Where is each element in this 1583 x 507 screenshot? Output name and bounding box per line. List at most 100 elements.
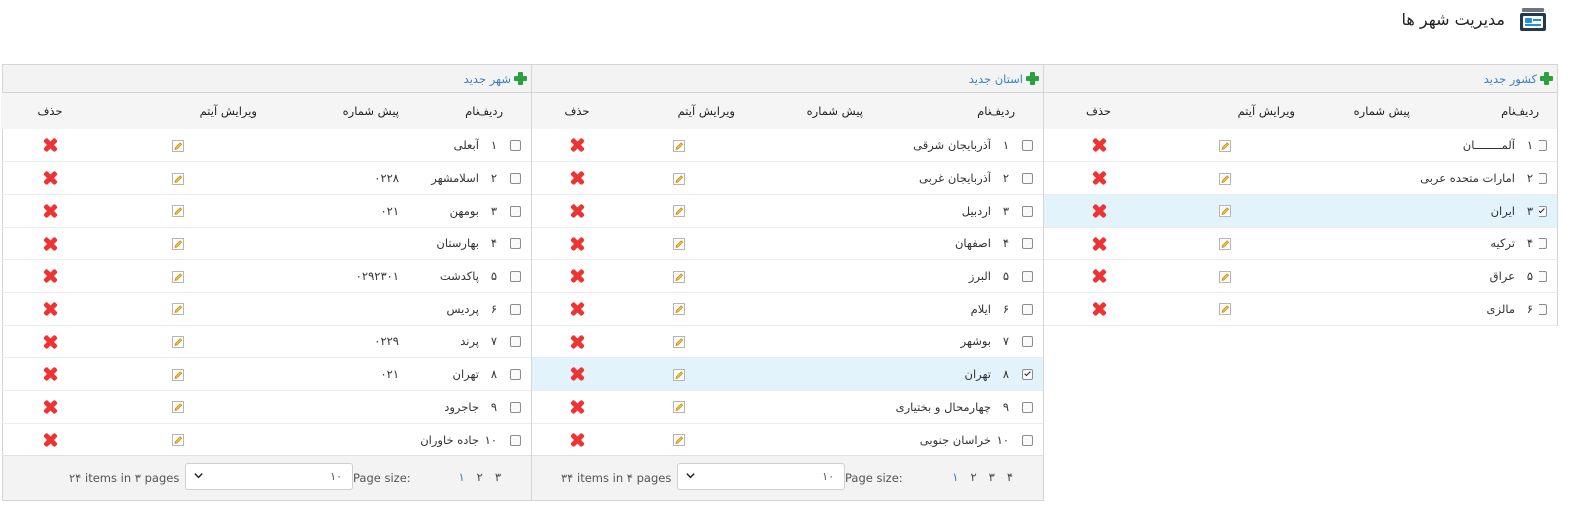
page-size-select[interactable]: ۱۰ xyxy=(185,463,353,490)
delete-icon[interactable] xyxy=(43,367,57,381)
page-link[interactable]: ۴ xyxy=(1007,470,1013,484)
page-size-select[interactable]: ۱۰ xyxy=(677,463,845,490)
table-row[interactable]: ۷ پرند ۰۲۲۹ xyxy=(1,325,531,358)
add-country-button[interactable]: کشور جدید xyxy=(1484,72,1553,86)
pencil-icon[interactable] xyxy=(1219,139,1231,152)
pencil-icon[interactable] xyxy=(172,303,184,316)
table-row[interactable]: ۹ جاجرود xyxy=(1,391,531,424)
table-row[interactable]: ۷ بوشهر xyxy=(532,325,1043,358)
delete-icon[interactable] xyxy=(570,138,584,152)
row-checkbox[interactable] xyxy=(510,434,521,446)
delete-icon[interactable] xyxy=(570,400,584,414)
delete-icon[interactable] xyxy=(43,400,57,414)
delete-icon[interactable] xyxy=(570,204,584,218)
row-checkbox[interactable] xyxy=(1022,303,1033,315)
row-checkbox[interactable] xyxy=(510,336,521,348)
page-link[interactable]: ۳ xyxy=(495,470,501,484)
row-checkbox[interactable] xyxy=(1022,336,1033,348)
table-row[interactable]: ۸ تهران xyxy=(532,357,1043,391)
delete-icon[interactable] xyxy=(43,237,57,251)
pencil-icon[interactable] xyxy=(672,270,685,283)
pencil-icon[interactable] xyxy=(672,401,685,414)
pencil-icon[interactable] xyxy=(672,303,685,316)
pencil-icon[interactable] xyxy=(172,270,184,283)
row-checkbox[interactable] xyxy=(510,205,521,217)
row-checkbox[interactable] xyxy=(510,369,521,381)
delete-icon[interactable] xyxy=(43,302,57,316)
delete-icon[interactable] xyxy=(1092,269,1106,283)
table-row[interactable]: ۴ اصفهان xyxy=(532,227,1043,260)
row-checkbox[interactable] xyxy=(1022,401,1033,413)
pencil-icon[interactable] xyxy=(1219,172,1231,185)
table-row[interactable]: ۲ اسلامشهر ۰۲۲۸ xyxy=(1,162,531,195)
pencil-icon[interactable] xyxy=(172,335,184,348)
row-checkbox[interactable] xyxy=(1539,303,1547,315)
row-checkbox[interactable] xyxy=(1022,140,1033,152)
table-row[interactable]: ۱۰ خراسان جنوبی xyxy=(532,423,1043,456)
pencil-icon[interactable] xyxy=(172,205,184,218)
table-row[interactable]: ۴ بهارستان xyxy=(1,227,531,260)
row-checkbox[interactable] xyxy=(1022,173,1033,185)
table-row[interactable]: ۶ ایلام xyxy=(532,292,1043,326)
delete-icon[interactable] xyxy=(43,138,57,152)
table-row[interactable]: ۲ آذربایجان غربی xyxy=(532,162,1043,195)
pencil-icon[interactable] xyxy=(1219,270,1231,283)
row-checkbox[interactable] xyxy=(510,401,521,413)
delete-icon[interactable] xyxy=(43,433,57,447)
pencil-icon[interactable] xyxy=(172,401,184,414)
delete-icon[interactable] xyxy=(570,302,584,316)
pencil-icon[interactable] xyxy=(672,172,685,185)
delete-icon[interactable] xyxy=(570,237,584,251)
delete-icon[interactable] xyxy=(570,433,584,447)
pencil-icon[interactable] xyxy=(1219,205,1231,218)
table-row[interactable]: ۵ پاکدشت ۰۲۹۲۳۰۱ xyxy=(1,260,531,293)
table-row[interactable]: ۶ مالزی xyxy=(1042,292,1557,326)
pencil-icon[interactable] xyxy=(172,434,184,447)
pencil-icon[interactable] xyxy=(672,139,685,152)
delete-icon[interactable] xyxy=(1092,302,1106,316)
delete-icon[interactable] xyxy=(43,204,57,218)
row-checkbox[interactable] xyxy=(510,238,521,250)
delete-icon[interactable] xyxy=(1092,204,1106,218)
delete-icon[interactable] xyxy=(570,335,584,349)
row-checkbox[interactable] xyxy=(510,271,521,283)
pencil-icon[interactable] xyxy=(172,139,184,152)
row-checkbox[interactable] xyxy=(510,173,521,185)
delete-icon[interactable] xyxy=(43,269,57,283)
delete-icon[interactable] xyxy=(43,335,57,349)
pencil-icon[interactable] xyxy=(172,237,184,250)
page-link[interactable]: ۳ xyxy=(989,470,995,484)
row-checkbox[interactable] xyxy=(1022,205,1033,217)
delete-icon[interactable] xyxy=(1092,237,1106,251)
row-checkbox[interactable] xyxy=(510,303,521,315)
row-checkbox[interactable] xyxy=(1022,271,1033,283)
table-row[interactable]: ۳ ایران xyxy=(1042,194,1557,228)
row-checkbox[interactable] xyxy=(1539,140,1547,152)
row-checkbox[interactable] xyxy=(1022,369,1033,381)
add-province-button[interactable]: استان جدید xyxy=(969,72,1039,86)
pencil-icon[interactable] xyxy=(672,335,685,348)
pencil-icon[interactable] xyxy=(672,237,685,250)
pencil-icon[interactable] xyxy=(172,172,184,185)
row-checkbox[interactable] xyxy=(510,140,521,152)
table-row[interactable]: ۴ ترکیه xyxy=(1042,227,1557,260)
table-row[interactable]: ۱ آذربایجان شرقی xyxy=(532,129,1043,162)
pencil-icon[interactable] xyxy=(1219,237,1231,250)
table-row[interactable]: ۸ تهران ۰۲۱ xyxy=(1,358,531,391)
pencil-icon[interactable] xyxy=(672,368,685,381)
table-row[interactable]: ۱ آلمــــــــان xyxy=(1042,129,1557,162)
row-checkbox[interactable] xyxy=(1022,238,1033,250)
page-link[interactable]: ۲ xyxy=(970,470,976,484)
delete-icon[interactable] xyxy=(43,171,57,185)
row-checkbox[interactable] xyxy=(1539,173,1547,185)
table-row[interactable]: ۱ آبعلی xyxy=(1,129,531,162)
delete-icon[interactable] xyxy=(1092,171,1106,185)
delete-icon[interactable] xyxy=(570,171,584,185)
table-row[interactable]: ۵ عراق xyxy=(1042,260,1557,293)
table-row[interactable]: ۵ البرز xyxy=(532,260,1043,293)
pencil-icon[interactable] xyxy=(672,205,685,218)
delete-icon[interactable] xyxy=(570,367,584,381)
table-row[interactable]: ۹ چهارمحال و بختیاری xyxy=(532,391,1043,424)
pencil-icon[interactable] xyxy=(172,368,184,381)
table-row[interactable]: ۶ پردیس xyxy=(1,292,531,326)
